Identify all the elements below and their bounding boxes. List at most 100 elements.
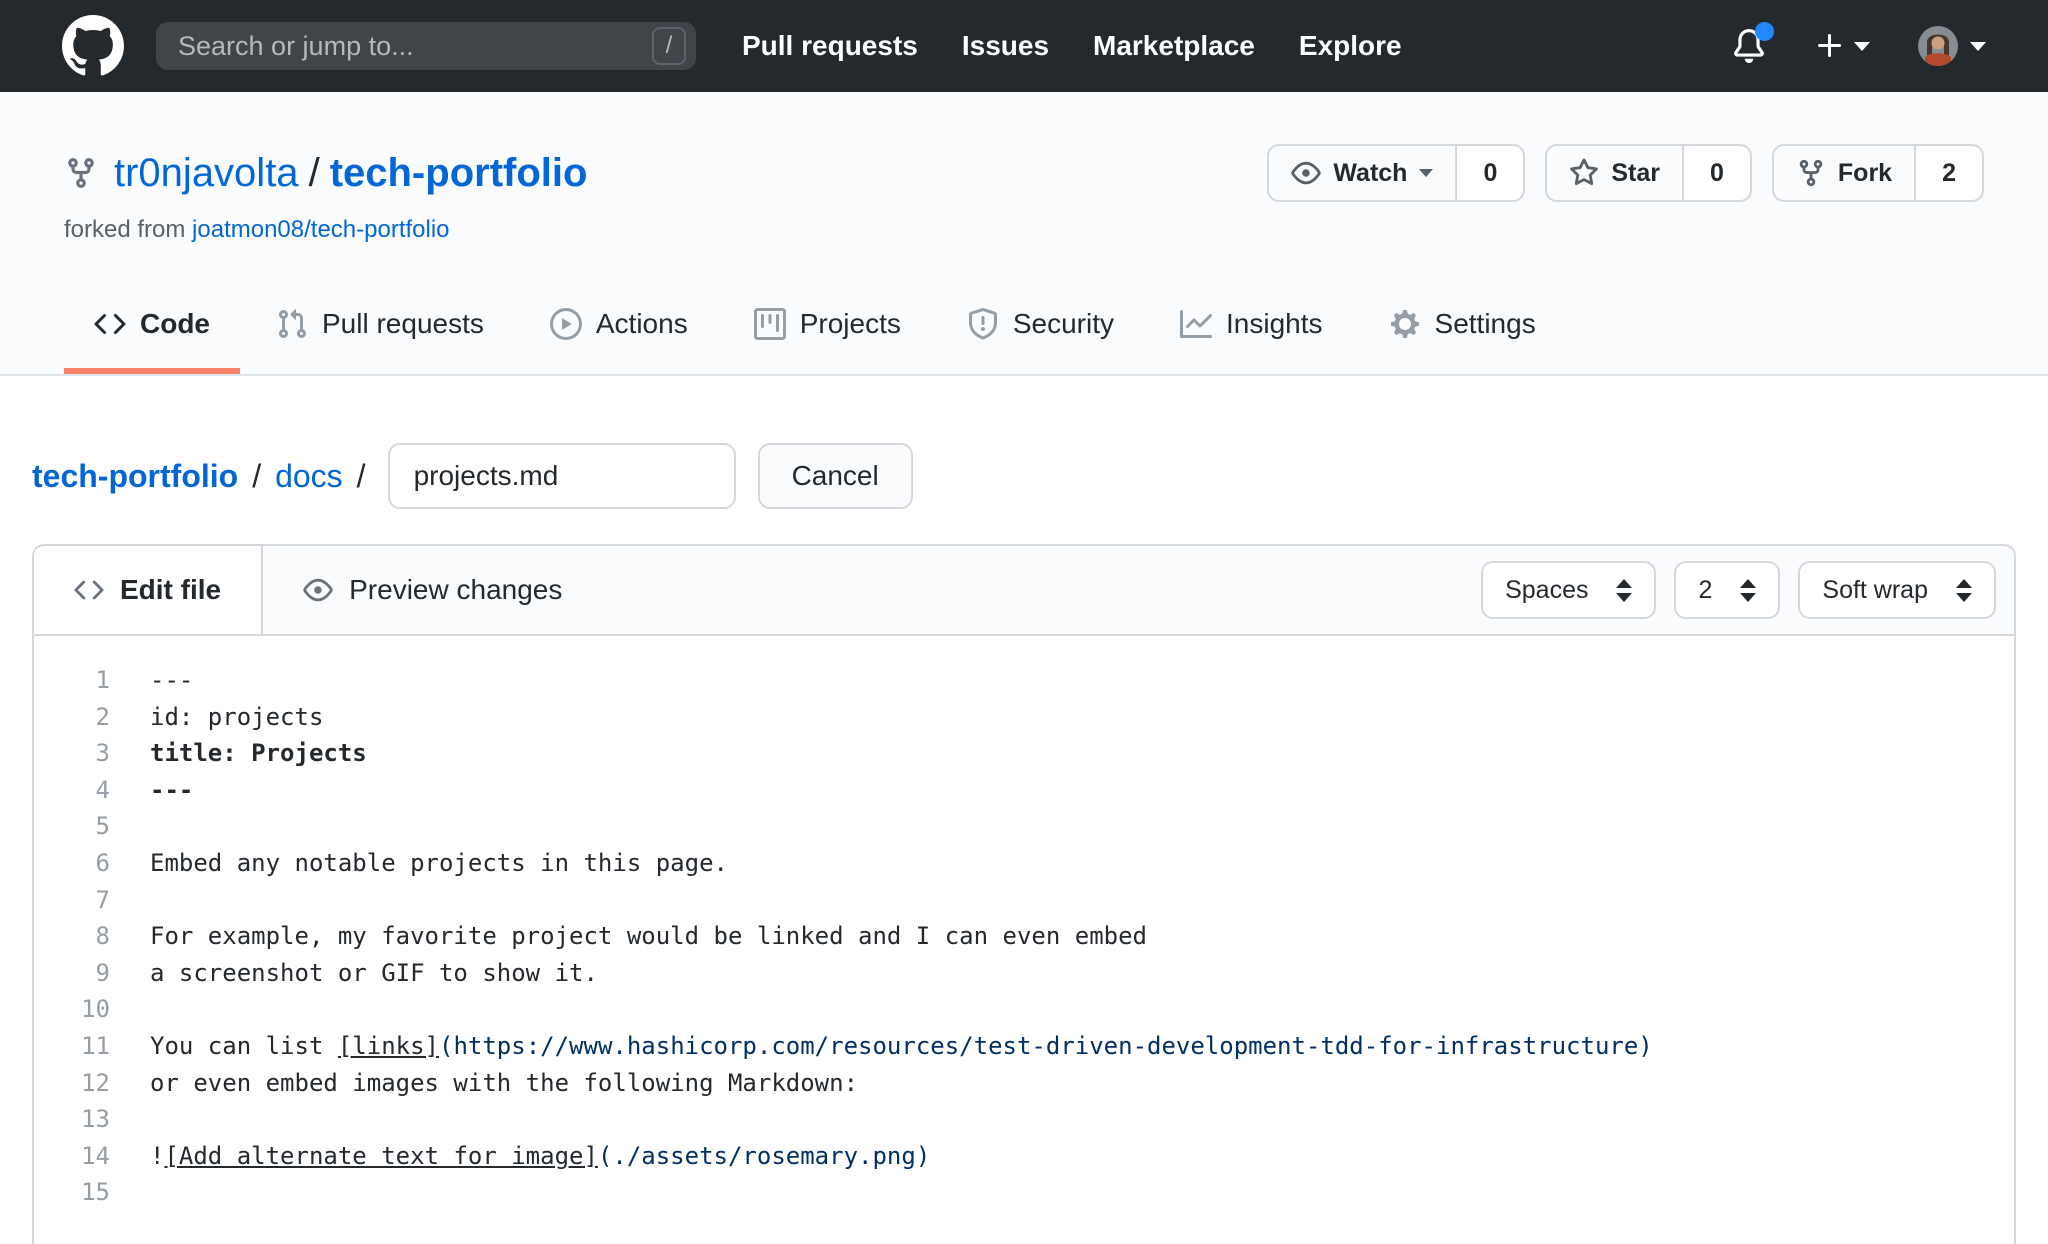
chevron-down-icon (1854, 41, 1870, 51)
line-number: 4 (95, 775, 110, 804)
code-segment-link: [Add alternate text for image] (164, 1141, 598, 1170)
star-label: Star (1611, 158, 1660, 187)
mark-github-icon (62, 15, 124, 76)
nav-item-marketplace[interactable]: Marketplace (1093, 30, 1255, 62)
repo-title-row: tr0njavolta / tech-portfolio Watch 0 Star 0 Fo… (64, 144, 1984, 202)
watch-count[interactable]: 0 (1457, 144, 1526, 202)
tab-label: Actions (595, 308, 688, 339)
tab-label: Projects (799, 308, 901, 339)
line-content (110, 882, 150, 919)
repo-title-separator: / (308, 150, 320, 195)
user-menu-button[interactable] (1918, 26, 1986, 66)
code-line: 9 a screenshot or GIF to show it. (34, 955, 2014, 992)
updown-arrows-icon (1616, 578, 1633, 602)
tab-pull-requests[interactable]: Pull requests (246, 280, 514, 374)
line-content (110, 1101, 150, 1138)
breadcrumb-folder-link[interactable]: docs (275, 458, 343, 495)
tab-label: Settings (1434, 308, 1536, 339)
indent-size-select[interactable]: 2 (1674, 561, 1781, 619)
code-segment-plain: --- (150, 666, 194, 694)
line-number: 10 (81, 995, 110, 1024)
cancel-button[interactable]: Cancel (757, 443, 913, 509)
repo-header: tr0njavolta / tech-portfolio Watch 0 Star 0 Fo… (0, 92, 2048, 376)
code-line: 2 id: projects (34, 699, 2014, 736)
line-content: or even embed images with the following … (110, 1065, 858, 1102)
tab-insights[interactable]: Insights (1150, 280, 1353, 374)
select-value: Spaces (1505, 575, 1589, 604)
search-input[interactable] (156, 30, 652, 62)
repo-owner-link[interactable]: tr0njavolta (114, 151, 299, 195)
line-number: 6 (95, 848, 110, 877)
git-pull-request-icon (278, 309, 307, 339)
star-count[interactable]: 0 (1684, 144, 1752, 202)
repo-forked-icon (1799, 159, 1823, 187)
tab-label: Pull requests (322, 308, 484, 339)
tab-preview-changes[interactable]: Preview changes (303, 574, 562, 606)
wrap-mode-select[interactable]: Soft wrap (1798, 561, 1996, 619)
github-logo[interactable] (62, 15, 124, 77)
fork-button[interactable]: Fork (1771, 144, 1917, 202)
code-line: 8 For example, my favorite project would … (34, 918, 2014, 955)
updown-arrows-icon (1740, 578, 1757, 602)
project-icon (753, 308, 786, 340)
repo-forked-icon (68, 158, 94, 188)
code-line: 15 (34, 1174, 2014, 1211)
tab-projects[interactable]: Projects (724, 280, 931, 374)
tab-code[interactable]: Code (64, 280, 240, 374)
play-icon (549, 308, 582, 340)
code-segment-plain: or even embed images with the following … (150, 1068, 859, 1097)
code-line: 1 --- (34, 662, 2014, 699)
line-content: You can list [links](https://www.hashico… (110, 1028, 1653, 1065)
filename-input[interactable] (387, 443, 736, 509)
preview-changes-tab-label: Preview changes (349, 574, 563, 605)
tab-settings[interactable]: Settings (1359, 280, 1566, 374)
nav-item-pull-requests[interactable]: Pull requests (742, 30, 918, 62)
line-content: Embed any notable projects in this page. (110, 845, 728, 882)
forked-from: forked from joatmon08/tech-portfolio (64, 216, 1984, 244)
star-button[interactable]: Star (1545, 144, 1684, 202)
eye-icon (1291, 161, 1322, 185)
line-content: ![Add alternate text for image](./assets… (110, 1138, 930, 1175)
watch-group: Watch 0 (1267, 144, 1526, 202)
line-number: 8 (95, 922, 110, 951)
line-number: 3 (95, 739, 110, 768)
tab-edit-file[interactable]: Edit file (34, 546, 264, 634)
code-line: 6 Embed any notable projects in this page… (34, 845, 2014, 882)
nav-item-issues[interactable]: Issues (962, 30, 1049, 62)
breadcrumb-separator: / (252, 457, 262, 494)
code-line: 4 --- (34, 772, 2014, 809)
line-number: 14 (81, 1141, 110, 1170)
line-content: id: projects (110, 699, 323, 736)
tab-security[interactable]: Security (937, 280, 1144, 374)
global-nav: Pull requests Issues Marketplace Explore (742, 30, 1446, 62)
forked-from-label: forked from (64, 216, 186, 243)
code-segment-plain: You can list (150, 1031, 338, 1060)
forked-from-link[interactable]: joatmon08/tech-portfolio (192, 216, 449, 243)
repo-name-link[interactable]: tech-portfolio (330, 151, 588, 195)
tab-actions[interactable]: Actions (520, 280, 718, 374)
code-segment-plain: ! (150, 1141, 165, 1170)
create-new-button[interactable] (1814, 30, 1870, 62)
breadcrumb-repo-link[interactable]: tech-portfolio (32, 458, 238, 495)
line-number: 7 (95, 885, 110, 914)
line-content (110, 1174, 150, 1211)
indent-mode-select[interactable]: Spaces (1481, 561, 1657, 619)
star-group: Star 0 (1545, 144, 1752, 202)
notifications-button[interactable] (1732, 22, 1774, 63)
code-line: 14 ![Add alternate text for image](./asse… (34, 1138, 2014, 1175)
watch-button[interactable]: Watch (1267, 144, 1458, 202)
code-segment-plain: Embed any notable projects in this page. (150, 848, 728, 877)
nav-item-explore[interactable]: Explore (1299, 30, 1402, 62)
search-box[interactable]: / (156, 22, 696, 70)
code-line: 11 You can list [links](https://www.hashi… (34, 1028, 2014, 1065)
graph-icon (1180, 310, 1213, 338)
tab-label: Security (1012, 308, 1115, 339)
repo-title: tr0njavolta / tech-portfolio (114, 151, 587, 196)
code-editor[interactable]: 1 --- 2 id: projects 3 title: Projects 4 --- 5 6 E… (34, 636, 2014, 1211)
fork-count[interactable]: 2 (1916, 144, 1984, 202)
file-editor: Edit file Preview changes Spaces 2 Soft wr… (32, 544, 2016, 1244)
code-segment-url: (https://www.hashicorp.com/resources/tes… (439, 1031, 1653, 1060)
select-value: Soft wrap (1822, 575, 1928, 604)
code-segment-link: [links] (337, 1031, 439, 1060)
tab-label: Code (140, 308, 210, 339)
